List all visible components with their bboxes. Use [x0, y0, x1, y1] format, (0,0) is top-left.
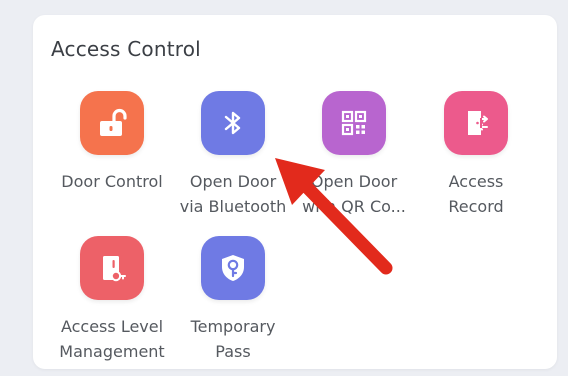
temporary-pass-tile[interactable]: Temporary Pass [173, 236, 293, 364]
open-door-qr-label: Open Door with QR Co... [302, 172, 406, 216]
door-control-label: Door Control [61, 172, 163, 191]
access-level-icon [80, 236, 144, 300]
access-level-management-tile[interactable]: Access Level Management [52, 236, 172, 364]
temporary-pass-label: Temporary Pass [190, 317, 276, 361]
temporary-pass-icon [201, 236, 265, 300]
door-control-tile[interactable]: Door Control [52, 91, 172, 194]
bluetooth-icon [201, 91, 265, 155]
open-door-bluetooth-tile[interactable]: Open Door via Bluetooth [173, 91, 293, 219]
qr-code-icon [322, 91, 386, 155]
access-level-management-label: Access Level Management [59, 317, 165, 361]
unlock-icon [80, 91, 144, 155]
section-title: Access Control [51, 37, 201, 61]
open-door-qr-tile[interactable]: Open Door with QR Co... [294, 91, 414, 219]
access-record-icon [444, 91, 508, 155]
access-record-label: Access Record [448, 172, 504, 216]
access-control-card: Access Control Door Control Open Door vi… [33, 15, 557, 369]
open-door-bluetooth-label: Open Door via Bluetooth [179, 172, 287, 216]
access-record-tile[interactable]: Access Record [416, 91, 536, 219]
